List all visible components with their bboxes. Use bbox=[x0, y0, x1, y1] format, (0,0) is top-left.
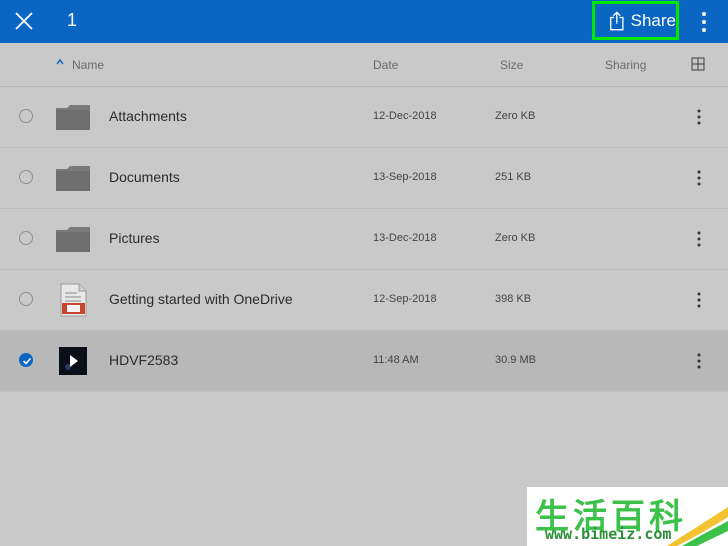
share-button[interactable]: Share bbox=[592, 1, 679, 40]
file-row-attachments[interactable]: Attachments 12-Dec-2018 Zero KB bbox=[0, 87, 728, 148]
row-select-radio[interactable] bbox=[19, 109, 33, 123]
column-date[interactable]: Date bbox=[373, 58, 398, 72]
row-select-radio[interactable] bbox=[19, 231, 33, 245]
folder-icon bbox=[56, 105, 90, 130]
column-sharing[interactable]: Sharing bbox=[605, 58, 646, 72]
file-row-pictures[interactable]: Pictures 13-Dec-2018 Zero KB bbox=[0, 209, 728, 270]
file-name: Getting started with OneDrive bbox=[109, 291, 293, 307]
file-date: 13-Sep-2018 bbox=[373, 171, 437, 183]
file-size: Zero KB bbox=[495, 232, 536, 244]
row-select-radio[interactable] bbox=[19, 292, 33, 306]
row-select-radio-checked[interactable] bbox=[19, 353, 33, 367]
more-vertical-icon[interactable] bbox=[693, 352, 705, 370]
file-size: Zero KB bbox=[495, 110, 536, 122]
more-options-button[interactable] bbox=[698, 10, 710, 34]
column-size[interactable]: Size bbox=[500, 58, 523, 72]
row-select-radio[interactable] bbox=[19, 170, 33, 184]
file-date: 11:48 AM bbox=[373, 354, 419, 366]
column-name[interactable]: Name bbox=[72, 58, 104, 72]
more-vertical-icon[interactable] bbox=[693, 291, 705, 309]
file-date: 12-Dec-2018 bbox=[373, 110, 437, 122]
file-name: Pictures bbox=[109, 230, 160, 246]
share-button-label: Share bbox=[630, 10, 676, 30]
close-icon bbox=[15, 12, 33, 30]
file-name: Documents bbox=[109, 169, 180, 185]
file-row-getting-started[interactable]: Getting started with OneDrive 12-Sep-201… bbox=[0, 270, 728, 331]
selected-count: 1 bbox=[67, 10, 78, 30]
checkmark-icon bbox=[22, 357, 32, 365]
more-vertical-icon[interactable] bbox=[693, 230, 705, 248]
folder-icon bbox=[56, 166, 90, 191]
more-vertical-icon[interactable] bbox=[693, 169, 705, 187]
file-name: Attachments bbox=[109, 108, 187, 124]
file-size: 251 KB bbox=[495, 171, 532, 183]
pdf-document-icon bbox=[60, 283, 87, 317]
file-date: 13-Dec-2018 bbox=[373, 232, 437, 244]
sort-ascending-icon[interactable] bbox=[55, 57, 65, 67]
more-vertical-icon[interactable] bbox=[693, 108, 705, 126]
video-thumbnail bbox=[59, 347, 87, 375]
folder-icon bbox=[56, 227, 90, 252]
file-row-hdvf2583[interactable]: HDVF2583 11:48 AM 30.9 MB bbox=[0, 331, 728, 392]
watermark-logo: 生活百科 www.bimeiz.com bbox=[527, 487, 728, 546]
file-size: 398 KB bbox=[495, 293, 532, 305]
more-vertical-icon bbox=[702, 12, 706, 32]
file-name: HDVF2583 bbox=[109, 352, 179, 368]
close-selection-button[interactable] bbox=[12, 9, 36, 33]
file-size: 30.9 MB bbox=[495, 354, 536, 366]
share-icon bbox=[610, 10, 624, 30]
file-row-documents[interactable]: Documents 13-Sep-2018 251 KB bbox=[0, 148, 728, 209]
top-app-bar: 1 Share bbox=[0, 0, 728, 43]
column-header-row: Name Date Size Sharing bbox=[0, 43, 728, 87]
file-date: 12-Sep-2018 bbox=[373, 293, 437, 305]
watermark-url: www.bimeiz.com bbox=[545, 525, 672, 543]
grid-view-icon[interactable] bbox=[691, 57, 705, 71]
